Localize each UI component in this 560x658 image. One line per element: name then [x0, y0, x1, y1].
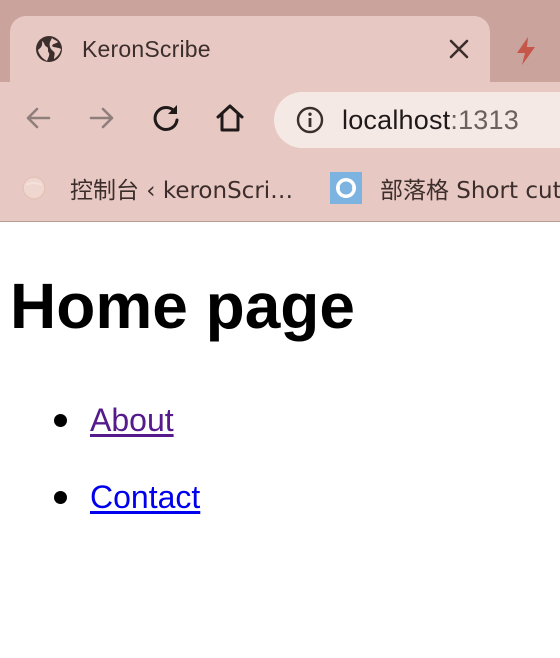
tab-strip: KeronScribe [0, 0, 560, 88]
forward-button[interactable] [84, 102, 120, 138]
url-host: localhost [342, 105, 451, 135]
home-icon [214, 102, 246, 139]
close-tab-icon[interactable] [446, 36, 472, 62]
bookmark-label: 部落格 Short cut [380, 178, 560, 204]
tab-title: KeronScribe [82, 36, 211, 62]
about-link[interactable]: About [90, 402, 174, 439]
browser-chrome: KeronScribe localhost:1313 控制台 ‹ keronSc… [0, 0, 560, 222]
globe-icon [34, 34, 64, 64]
bookmark-blog-shortcut[interactable]: 部落格 Short cut [330, 172, 560, 204]
page-content: Home page About Contact [0, 222, 560, 658]
browser-toolbar: localhost:1313 [0, 82, 560, 158]
contact-link[interactable]: Contact [90, 479, 200, 516]
address-bar[interactable]: localhost:1313 [274, 92, 560, 148]
bookmark-favicon [330, 172, 362, 204]
bookmark-dashboard[interactable]: 控制台 ‹ keronScri… [20, 172, 293, 204]
reload-icon [150, 102, 182, 139]
wordpress-icon [20, 172, 52, 204]
bookmark-label: 控制台 ‹ keronScri… [70, 178, 294, 204]
back-arrow-icon [23, 103, 53, 138]
bullet [54, 414, 67, 427]
page-title: Home page [10, 270, 355, 342]
bookmarks-bar: 控制台 ‹ keronScri… 部落格 Short cut [0, 158, 560, 221]
url-port: :1313 [450, 105, 519, 135]
reload-button[interactable] [148, 102, 184, 138]
active-tab[interactable]: KeronScribe [10, 16, 490, 88]
url-text[interactable]: localhost:1313 [342, 105, 519, 136]
home-button[interactable] [212, 102, 248, 138]
back-button[interactable] [20, 102, 56, 138]
bullet [54, 491, 67, 504]
lightning-icon [514, 36, 538, 66]
next-tab[interactable] [492, 18, 560, 82]
info-icon[interactable] [296, 106, 324, 134]
forward-arrow-icon [87, 103, 117, 138]
